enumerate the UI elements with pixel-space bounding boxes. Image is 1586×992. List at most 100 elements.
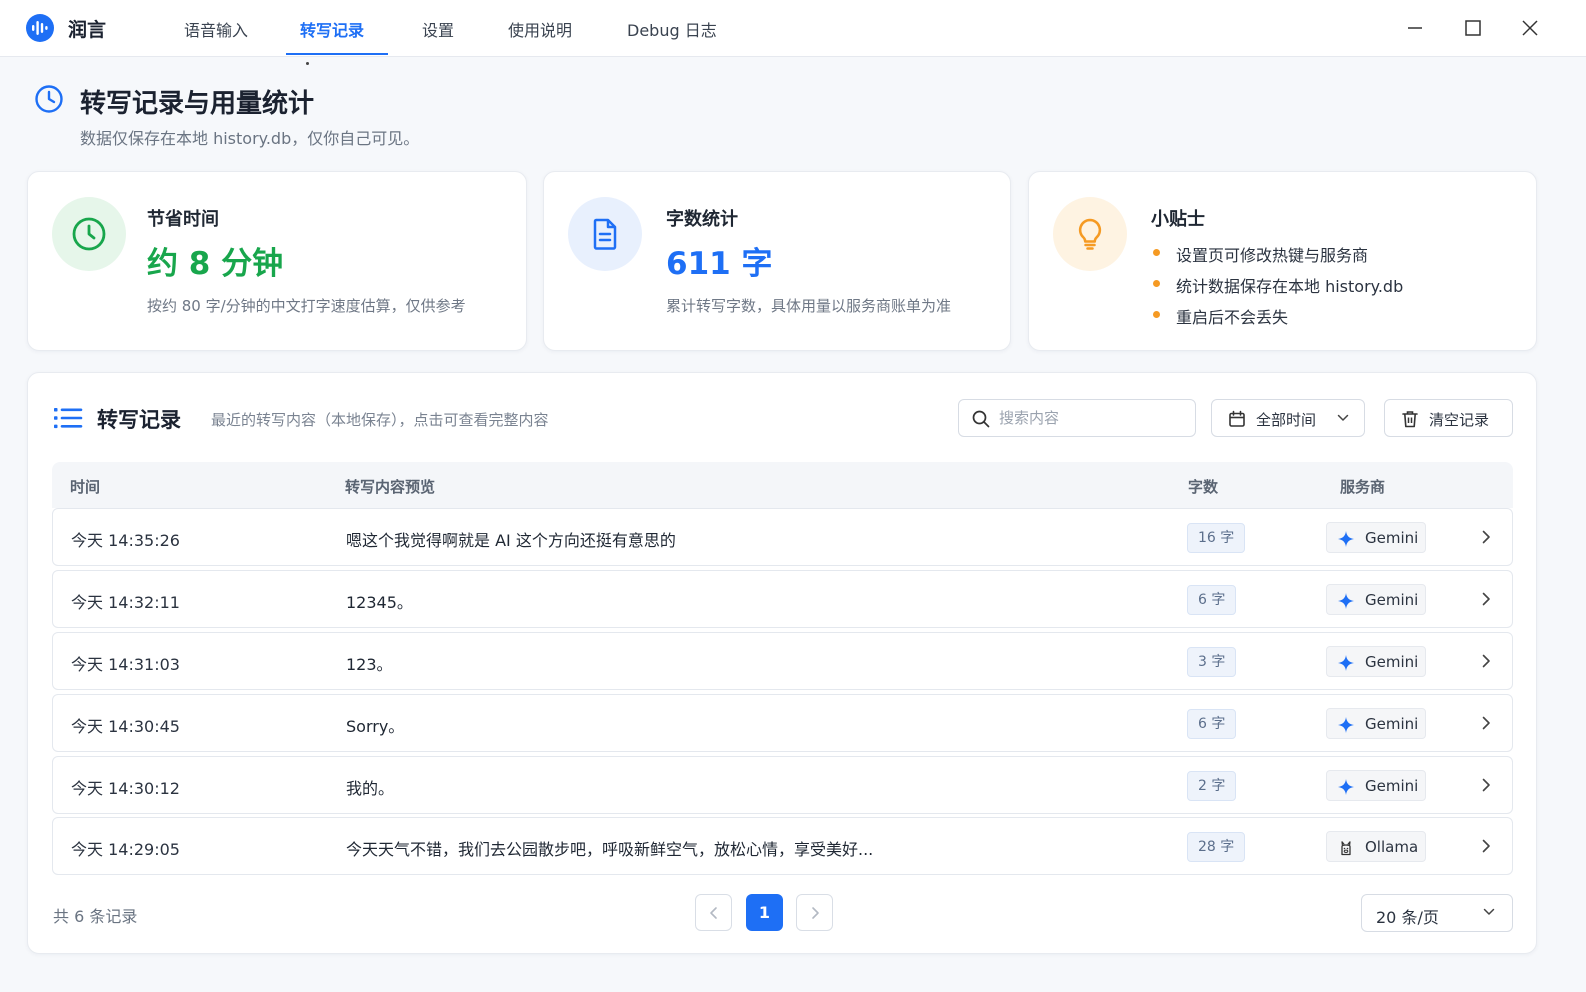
tab-debug-log[interactable]: Debug 日志 (627, 17, 717, 41)
minimize-button[interactable] (1400, 14, 1430, 42)
gemini-sparkle-icon (1338, 779, 1354, 795)
chevron-right-icon (1482, 778, 1490, 792)
app-name: 润言 (68, 19, 107, 41)
column-header-provider: 服务商 (1340, 478, 1386, 496)
row-preview: 123。 (346, 655, 393, 674)
row-provider: Gemini (1365, 529, 1419, 547)
table-row[interactable]: 今天 14:30:45 Sorry。 6 字 Gemini (52, 694, 1513, 752)
row-preview: Sorry。 (346, 717, 405, 736)
time-filter-dropdown[interactable]: 全部时间 (1211, 399, 1365, 437)
list-icon (54, 408, 83, 429)
close-icon (1522, 20, 1538, 36)
time-saved-value: 约 8 分钟 (147, 246, 284, 282)
row-count-badge: 6 字 (1187, 709, 1237, 739)
minimize-icon (1408, 27, 1422, 29)
chevron-right-icon (1482, 592, 1490, 606)
next-page-button[interactable] (796, 894, 833, 931)
word-count-label: 字数统计 (666, 209, 738, 230)
page-subtitle: 数据仅保存在本地 history.db，仅你自己可见。 (80, 129, 420, 148)
chevron-right-icon (1482, 839, 1490, 853)
tips-icon-badge (1053, 197, 1127, 271)
trash-icon (1402, 411, 1418, 428)
document-icon (593, 218, 617, 250)
calendar-icon (1229, 410, 1245, 427)
maximize-button[interactable] (1458, 14, 1488, 42)
row-count-badge: 16 字 (1187, 523, 1246, 553)
gemini-sparkle-icon (1338, 593, 1354, 609)
table-row[interactable]: 今天 14:35:26 嗯这个我觉得啊就是 AI 这个方向还挺有意思的 16 字… (52, 508, 1513, 566)
row-preview: 今天天气不错，我们去公园散步吧，呼吸新鲜空气，放松心情，享受美好... (346, 840, 874, 859)
row-provider: Gemini (1365, 777, 1419, 795)
word-count-value: 611 字 (666, 246, 773, 282)
tips-card: 小贴士 设置页可修改热键与服务商 统计数据保存在本地 history.db 重启… (1028, 171, 1537, 351)
time-saved-card: 节省时间 约 8 分钟 按约 80 字/分钟的中文打字速度估算，仅供参考 (27, 171, 527, 351)
word-count-note: 累计转写字数，具体用量以服务商账单为准 (666, 297, 952, 315)
records-panel: 转写记录 最近的转写内容（本地保存），点击可查看完整内容 全部时间 清空记录 (27, 372, 1537, 954)
row-count-badge: 2 字 (1187, 771, 1237, 801)
row-time: 今天 14:32:11 (71, 593, 180, 612)
row-preview: 嗯这个我觉得啊就是 AI 这个方向还挺有意思的 (346, 531, 676, 550)
column-header-time: 时间 (70, 478, 101, 496)
table-header: 时间 转写内容预览 字数 服务商 (52, 462, 1513, 508)
tips-label: 小贴士 (1151, 209, 1205, 230)
search-input[interactable] (999, 406, 1189, 430)
gemini-sparkle-icon (1338, 655, 1354, 671)
row-provider-badge: Gemini (1326, 708, 1426, 739)
row-provider: Gemini (1365, 591, 1419, 609)
chevron-right-icon (1482, 716, 1490, 730)
cursor-dot (306, 62, 309, 65)
close-button[interactable] (1515, 14, 1545, 42)
ollama-llama-icon (1341, 841, 1351, 856)
table-row[interactable]: 今天 14:32:11 12345。 6 字 Gemini (52, 570, 1513, 628)
gemini-sparkle-icon (1338, 531, 1354, 547)
word-count-card: 字数统计 611 字 累计转写字数，具体用量以服务商账单为准 (543, 171, 1011, 351)
clear-records-button[interactable]: 清空记录 (1384, 399, 1513, 437)
row-provider: Gemini (1365, 715, 1419, 733)
word-count-icon-badge (568, 197, 642, 271)
column-header-count: 字数 (1188, 478, 1219, 496)
chevron-right-icon (1482, 530, 1490, 544)
chevron-right-icon (812, 907, 819, 919)
row-time: 今天 14:29:05 (71, 840, 180, 859)
time-filter-label: 全部时间 (1256, 411, 1317, 429)
lightbulb-icon (1078, 218, 1102, 250)
row-provider-badge: Gemini (1326, 770, 1426, 801)
table-row[interactable]: 今天 14:30:12 我的。 2 字 Gemini (52, 756, 1513, 814)
page-title: 转写记录与用量统计 (80, 89, 315, 119)
table-row[interactable]: 今天 14:31:03 123。 3 字 Gemini (52, 632, 1513, 690)
table-row[interactable]: 今天 14:29:05 今天天气不错，我们去公园散步吧，呼吸新鲜空气，放松心情，… (52, 817, 1513, 875)
tab-voice-input[interactable]: 语音输入 (184, 17, 248, 41)
time-saved-icon-badge (52, 197, 126, 271)
records-description: 最近的转写内容（本地保存），点击可查看完整内容 (211, 411, 549, 429)
tab-records[interactable]: 转写记录 (300, 17, 364, 41)
row-provider-badge: Gemini (1326, 522, 1426, 553)
current-page-button[interactable]: 1 (746, 894, 783, 931)
row-preview: 我的。 (346, 779, 395, 798)
row-time: 今天 14:31:03 (71, 655, 180, 674)
active-tab-indicator (286, 53, 388, 55)
clear-records-label: 清空记录 (1429, 411, 1490, 429)
page-size-select[interactable]: 20 条/页 (1361, 894, 1513, 932)
row-provider-badge: Gemini (1326, 584, 1426, 615)
search-icon (972, 410, 990, 428)
prev-page-button[interactable] (695, 894, 732, 931)
chevron-right-icon (1482, 654, 1490, 668)
history-clock-icon (35, 85, 63, 113)
column-header-preview: 转写内容预览 (345, 478, 436, 496)
tab-settings[interactable]: 设置 (422, 17, 454, 41)
row-provider-badge: Gemini (1326, 646, 1426, 677)
title-bar: 润言 语音输入 转写记录 设置 使用说明 Debug 日志 (0, 0, 1586, 57)
tab-guide[interactable]: 使用说明 (508, 17, 572, 41)
search-field (958, 399, 1196, 437)
time-saved-label: 节省时间 (147, 209, 219, 230)
maximize-icon (1465, 20, 1481, 36)
row-provider: Ollama (1365, 838, 1419, 856)
row-count-badge: 28 字 (1187, 832, 1246, 862)
tip-item: 设置页可修改热键与服务商 (1152, 242, 1368, 266)
row-time: 今天 14:30:12 (71, 779, 180, 798)
gemini-sparkle-icon (1338, 717, 1354, 733)
tip-item: 重启后不会丢失 (1152, 304, 1288, 328)
page-size-label: 20 条/页 (1376, 908, 1439, 927)
row-preview: 12345。 (346, 593, 413, 612)
row-count-badge: 6 字 (1187, 585, 1237, 615)
